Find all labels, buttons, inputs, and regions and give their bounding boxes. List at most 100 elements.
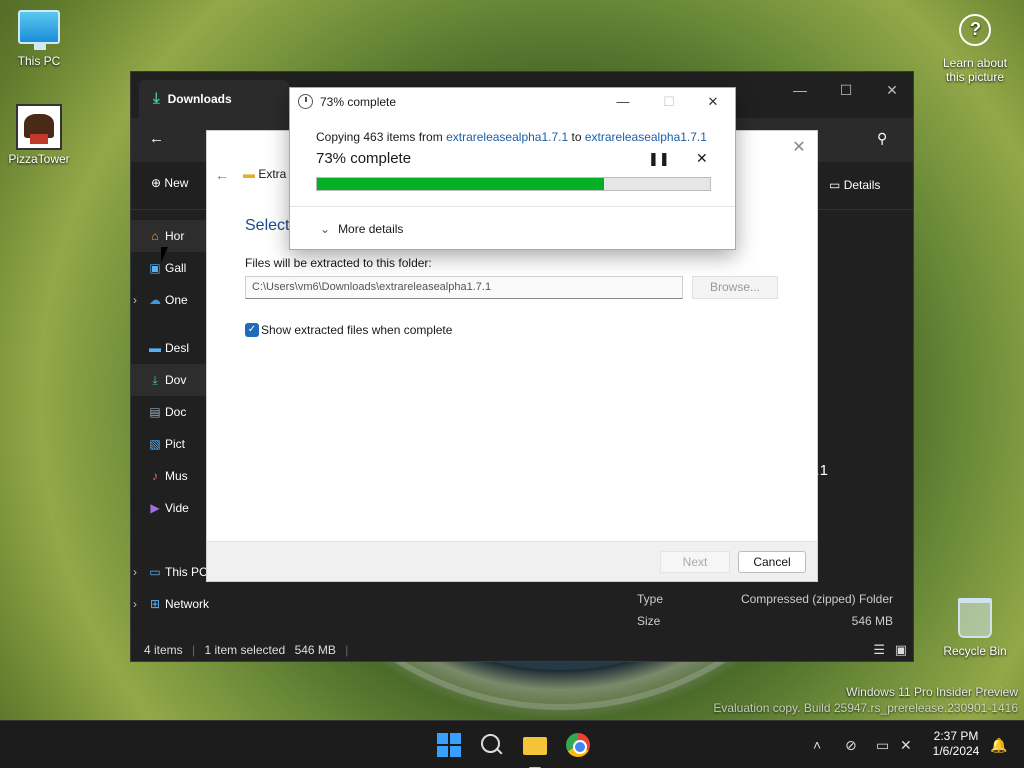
- plus-circle-icon: ⊕: [151, 176, 162, 190]
- back-arrow-icon[interactable]: ←: [149, 130, 164, 147]
- learn-about-icon: [959, 14, 991, 46]
- start-icon[interactable]: [433, 729, 465, 761]
- nav-label: Pict: [165, 437, 186, 451]
- progress-fill: [317, 178, 604, 190]
- this-pc-icon: ▭: [149, 565, 161, 579]
- close-button[interactable]: ✕: [690, 88, 736, 116]
- progress-titlebar: 73% complete — ☐ ✕: [290, 88, 735, 116]
- chevron-right-icon[interactable]: ›: [133, 284, 137, 316]
- property-key: Size: [637, 614, 661, 628]
- tab-title: Downloads: [167, 92, 232, 106]
- browse-button[interactable]: Browse...: [692, 276, 778, 299]
- display-icon[interactable]: ▭: [876, 721, 889, 768]
- source-link[interactable]: extrareleasealpha1.7.1: [446, 130, 568, 144]
- document-icon: ▤: [149, 405, 161, 419]
- minimize-button[interactable]: —: [777, 76, 823, 104]
- more-details-label: More details: [338, 222, 404, 236]
- back-arrow-icon[interactable]: ←: [215, 167, 229, 183]
- notification-bell-icon[interactable]: 🔔: [990, 721, 1007, 768]
- search-icon[interactable]: [476, 729, 508, 761]
- dialog-heading: Select: [245, 217, 290, 234]
- zip-folder-icon: ▬: [243, 167, 255, 181]
- nav-label: One: [165, 293, 188, 307]
- watermark-build: Evaluation copy. Build 25947.rs_prerelea…: [713, 701, 1018, 715]
- desktop-icon-recycle-bin[interactable]: Recycle Bin: [936, 598, 1014, 658]
- progress-bar: [316, 177, 711, 191]
- search-icon[interactable]: ⚲: [877, 130, 887, 147]
- nav-label: Doc: [165, 405, 187, 419]
- copy-prefix: Copying 463 items from: [316, 130, 447, 144]
- clock-icon: [298, 94, 313, 109]
- this-pc-icon: [18, 10, 60, 50]
- item-count: 4 items: [144, 643, 183, 657]
- nav-item-network[interactable]: › ⊞ Network: [131, 588, 289, 620]
- nav-label: Network: [165, 597, 210, 611]
- next-button[interactable]: Next: [660, 551, 730, 573]
- breadcrumb-label: Extra: [258, 167, 287, 181]
- nav-label: This PC: [165, 565, 208, 579]
- desktop-icon-label: This PC: [17, 54, 61, 68]
- status-bar: 4 items | 1 item selected 546 MB | ☰ ▣: [131, 639, 913, 661]
- details-pane-icon: ▭: [829, 178, 841, 192]
- nav-label: Desl: [165, 341, 190, 355]
- desktop-folder-icon: ▬: [149, 341, 161, 355]
- taskbar-clock[interactable]: 2:37 PM 1/6/2024: [922, 729, 990, 759]
- chevron-up-icon[interactable]: ˄: [813, 721, 821, 768]
- tiles-view-icon[interactable]: ▣: [895, 639, 907, 661]
- new-label: New: [164, 176, 189, 190]
- network-disconnected-icon[interactable]: ⊘: [845, 721, 857, 768]
- volume-muted-icon[interactable]: ✕: [900, 721, 912, 768]
- dialog-breadcrumb: ▬ Extra: [243, 167, 286, 181]
- new-button[interactable]: ⊕ New: [151, 176, 188, 190]
- desktop-icon-this-pc[interactable]: This PC: [0, 10, 78, 68]
- nav-label: Gall: [165, 261, 187, 275]
- copy-to-word: to: [568, 130, 585, 144]
- progress-title: 73% complete: [320, 95, 397, 109]
- file-explorer-icon[interactable]: [519, 729, 551, 768]
- show-files-checkbox[interactable]: ✓: [245, 323, 259, 337]
- pizzatower-icon: [16, 104, 62, 150]
- details-button[interactable]: ▭ Details: [829, 178, 880, 192]
- property-key: Type: [637, 592, 664, 606]
- nav-label: Vide: [165, 501, 189, 515]
- tab-downloads[interactable]: ⤓ Downloads: [139, 80, 289, 118]
- property-value: 546 MB: [851, 614, 893, 628]
- desktop-icon-pizzatower[interactable]: PizzaTower: [0, 104, 78, 166]
- nav-label: Dov: [165, 373, 187, 387]
- more-details-toggle[interactable]: ⌄ More details: [320, 222, 403, 236]
- nav-label: Hor: [165, 229, 185, 243]
- download-arrow-icon: ⤓: [153, 90, 160, 107]
- details-view-icon[interactable]: ☰: [873, 639, 885, 661]
- chevron-down-icon: ⌄: [320, 222, 331, 236]
- desktop-icon-label: Recycle Bin: [943, 644, 1007, 658]
- destination-path-input[interactable]: C:\Users\vm6\Downloads\extrareleasealpha…: [245, 276, 683, 299]
- download-arrow-icon: ⤓: [152, 373, 158, 387]
- nav-label: Mus: [165, 469, 188, 483]
- dialog-footer: Next Cancel: [207, 541, 817, 581]
- chrome-icon[interactable]: [562, 729, 594, 761]
- destination-link[interactable]: extrareleasealpha1.7.1: [585, 130, 707, 144]
- minimize-button[interactable]: —: [600, 88, 646, 116]
- pause-icon[interactable]: ❚❚: [648, 151, 670, 167]
- clock-date: 1/6/2024: [932, 744, 980, 758]
- maximize-button: ☐: [663, 94, 675, 109]
- network-icon: ⊞: [149, 597, 161, 611]
- clock-time: 2:37 PM: [933, 729, 979, 743]
- chevron-right-icon[interactable]: ›: [133, 556, 137, 588]
- learn-about-label: Learn about this picture: [942, 56, 1008, 84]
- chevron-right-icon[interactable]: ›: [133, 588, 137, 620]
- percent-complete: 73% complete: [316, 150, 412, 167]
- close-icon[interactable]: ✕: [789, 137, 809, 157]
- cancel-button[interactable]: Cancel: [738, 551, 806, 573]
- mouse-cursor-icon: [161, 247, 168, 263]
- selection-size: 546 MB: [294, 643, 336, 657]
- cancel-copy-icon[interactable]: ✕: [696, 150, 708, 167]
- copy-progress-dialog: 73% complete — ☐ ✕ Copying 463 items fro…: [289, 87, 736, 250]
- close-button[interactable]: ✕: [869, 76, 915, 104]
- maximize-button[interactable]: ☐: [823, 76, 869, 104]
- folder-label: Files will be extracted to this folder:: [245, 256, 432, 270]
- cloud-icon: ☁: [149, 293, 161, 307]
- show-files-label: Show extracted files when complete: [261, 323, 453, 337]
- recycle-bin-icon: [958, 598, 992, 638]
- learn-about-picture[interactable]: Learn about this picture: [936, 14, 1014, 84]
